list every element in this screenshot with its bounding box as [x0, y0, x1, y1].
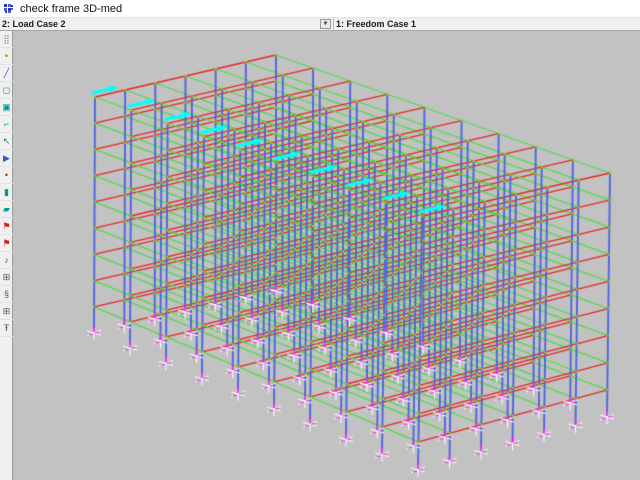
create-cylinder-icon: ▮ [4, 188, 9, 197]
align-button[interactable]: ▶ [0, 150, 13, 167]
section-tool-button[interactable]: § [0, 286, 13, 303]
copy-tool-icon: ♪ [4, 256, 9, 265]
select-grid-icon: ⣿ [3, 35, 10, 44]
create-node-icon: • [5, 52, 8, 61]
load-case-value: 2: Load Case 2 [0, 19, 320, 29]
create-link-button[interactable]: ⌐ [0, 116, 13, 133]
window-title: check frame 3D-med [20, 3, 122, 15]
app-icon [4, 4, 14, 14]
chevron-down-icon[interactable]: ▼ [320, 19, 331, 29]
text-tool-icon: Ŧ [4, 324, 10, 333]
create-link-icon: ⌐ [4, 120, 9, 129]
model-viewport[interactable] [14, 31, 640, 480]
beam-attribute-button[interactable]: ⚑ [0, 218, 13, 235]
create-beam-icon: ╱ [4, 69, 9, 78]
table-tool-button[interactable]: ⊞ [0, 303, 13, 320]
create-patch-icon: ▰ [3, 205, 10, 214]
text-tool-button[interactable]: Ŧ [0, 320, 13, 337]
freedom-case-value: 1: Freedom Case 1 [334, 19, 640, 29]
load-case-combo[interactable]: 2: Load Case 2 ▼ [0, 18, 334, 30]
grid-tool-button[interactable]: ⊞ [0, 269, 13, 286]
beam-attribute-icon: ⚑ [2, 222, 10, 231]
beam-attribute-2-icon: ⚑ [2, 239, 10, 248]
create-patch-button[interactable]: ▰ [0, 201, 13, 218]
attach-parts-icon: ↖ [3, 137, 11, 146]
beam-attribute-2-button[interactable]: ⚑ [0, 235, 13, 252]
freedom-case-combo[interactable]: 1: Freedom Case 1 [334, 18, 640, 30]
create-plate-button[interactable]: ◻ [0, 82, 13, 99]
create-node-button[interactable]: • [0, 48, 13, 65]
case-toolbar: 2: Load Case 2 ▼ 1: Freedom Case 1 [0, 18, 640, 31]
grid-tool-icon: ⊞ [3, 273, 11, 282]
copy-tool-button[interactable]: ♪ [0, 252, 13, 269]
application-window: { "window": { "title": "check frame 3D-m… [0, 0, 640, 480]
mark-node-button[interactable]: • [0, 167, 13, 184]
section-tool-icon: § [4, 290, 9, 299]
create-beam-button[interactable]: ╱ [0, 65, 13, 82]
create-plate-icon: ◻ [3, 86, 10, 95]
select-grid-button[interactable]: ⣿ [0, 31, 13, 48]
title-bar: check frame 3D-med [0, 0, 640, 18]
create-cylinder-button[interactable]: ▮ [0, 184, 13, 201]
tool-strip: ⣿ • ╱ ◻ ▣ ⌐ ↖ ▶ • ▮ ▰ ⚑ ⚑ ♪ ⊞ § ⊞ Ŧ [0, 31, 13, 480]
create-brick-icon: ▣ [2, 103, 11, 112]
create-brick-button[interactable]: ▣ [0, 99, 13, 116]
table-tool-icon: ⊞ [3, 307, 11, 316]
attach-parts-button[interactable]: ↖ [0, 133, 13, 150]
mark-node-icon: • [5, 171, 8, 180]
align-icon: ▶ [3, 154, 10, 163]
